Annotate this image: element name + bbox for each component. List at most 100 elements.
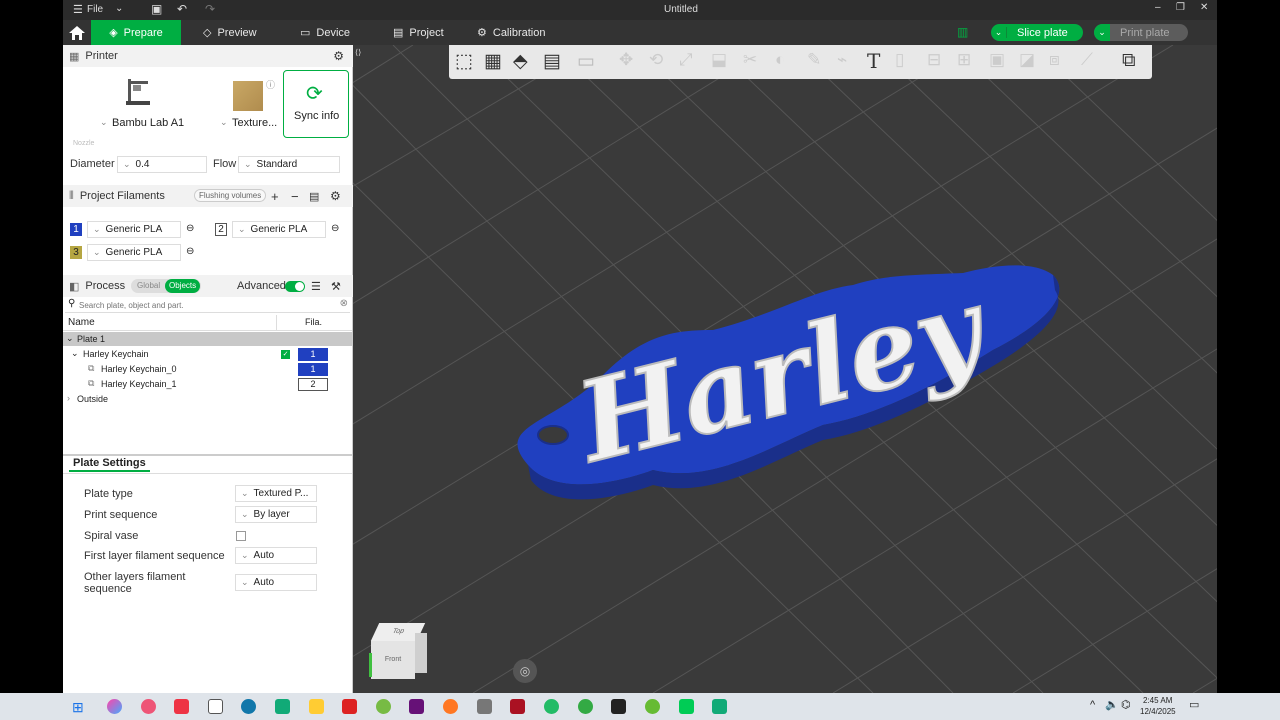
filament-3-swatch[interactable]: 3 [70, 246, 82, 259]
remove-filament-icon[interactable]: − [291, 189, 299, 204]
app-icon[interactable] [275, 699, 290, 714]
app-icon[interactable] [611, 699, 626, 714]
chevron-down-icon[interactable]: ⌄ [115, 3, 123, 14]
split-icon[interactable]: ▭ [577, 50, 595, 73]
part-row[interactable]: ⧉ Harley Keychain_0 1 [63, 362, 352, 377]
filament-2-select[interactable]: ⌄ Generic PLA [232, 221, 326, 238]
minimize-icon[interactable]: – [1155, 2, 1161, 13]
object-row[interactable]: ⌄ Harley Keychain ✓ 1 [63, 347, 352, 362]
plate-type-card[interactable]: ⓘ ⌄ Texture... [215, 71, 281, 135]
tab-project[interactable]: ▤ Project [393, 20, 444, 45]
filament-1-swatch[interactable]: 1 [70, 223, 82, 236]
filament-sync-icon[interactable]: ▤ [309, 190, 319, 203]
list-icon[interactable]: ☰ [311, 280, 321, 293]
info-icon[interactable]: ⓘ [266, 78, 275, 91]
svg-icon[interactable]: ▯ [895, 50, 904, 70]
edge-icon[interactable] [241, 699, 256, 714]
advanced-toggle[interactable] [285, 281, 305, 292]
diameter-select[interactable]: ⌄ 0.4 [117, 156, 207, 173]
notifications-icon[interactable]: ▭ [1189, 698, 1199, 711]
part-fila-badge[interactable]: 1 [298, 363, 328, 376]
brim-icon[interactable]: ⟋ [1081, 50, 1093, 70]
hamburger-icon[interactable]: ☰ [73, 3, 83, 16]
volume-icon[interactable]: 🔈 [1105, 698, 1119, 711]
grid-layout-icon[interactable]: ▦ [484, 50, 502, 73]
mesh-icon[interactable]: ▣ [989, 50, 1005, 70]
firefox-icon[interactable] [443, 699, 458, 714]
windows-start-icon[interactable]: ⊞ [72, 699, 84, 716]
plate-settings-tab[interactable]: Plate Settings [69, 455, 150, 472]
flushing-volumes-button[interactable]: Flushing volumes [194, 189, 267, 202]
assembly-icon[interactable]: ⊞ [957, 50, 971, 70]
home-tab[interactable] [63, 20, 91, 45]
app-icon[interactable] [645, 699, 660, 714]
support-paint-icon[interactable]: ✎ [807, 50, 821, 70]
save-icon[interactable]: ▣ [151, 2, 162, 16]
collapse-icon[interactable]: ⌄ [66, 333, 74, 344]
close-icon[interactable]: ✕ [1200, 2, 1208, 13]
app-icon[interactable] [409, 699, 424, 714]
app-icon[interactable] [510, 699, 525, 714]
3d-viewport[interactable]: Harley ⬚ ▦ ⬘ ▤ ▭ ✥ ⟲ ⤢ ⬓ ✂ ◐ ✎ ⌁ T ▯ ⊟ ⊞… [353, 45, 1217, 693]
flow-select[interactable]: ⌄ Standard [238, 156, 340, 173]
tab-preview[interactable]: ◇ Preview [203, 20, 257, 45]
network-icon[interactable]: ⌬ [1121, 698, 1131, 711]
global-objects-toggle[interactable]: Global Objects [131, 279, 201, 293]
seam-icon[interactable]: ⌁ [837, 50, 847, 70]
calculator-icon[interactable] [477, 699, 492, 714]
tab-prepare[interactable]: ◈ Prepare [91, 20, 181, 45]
spiral-vase-checkbox[interactable] [236, 531, 246, 541]
collapse-icon[interactable]: ⌄ [71, 348, 79, 359]
arrange-icon[interactable]: ▤ [543, 50, 561, 73]
camera-reset-icon[interactable]: ◎ [513, 659, 537, 683]
search-input[interactable] [79, 298, 329, 312]
sync-info-button[interactable]: ⟳ Sync info [283, 70, 349, 138]
app-icon[interactable] [342, 699, 357, 714]
view-cube[interactable]: Top Front [369, 623, 427, 681]
color-paint-icon[interactable]: ◪ [1019, 50, 1035, 70]
outside-row[interactable]: › Outside [63, 392, 352, 407]
collapse-sidebar-icon[interactable]: ⟨⟩ [355, 48, 361, 57]
expand-icon[interactable]: › [67, 393, 70, 403]
undo-icon[interactable]: ↶ [177, 2, 187, 16]
clear-search-icon[interactable]: ⊗ [340, 298, 348, 309]
app-icon[interactable] [174, 699, 189, 714]
app-icon[interactable] [208, 699, 223, 714]
filament-3-edit-icon[interactable]: ⊖ [186, 246, 194, 257]
cut-icon[interactable]: ✂ [743, 50, 757, 70]
object-search[interactable]: ⚲ ⊗ [65, 298, 350, 313]
fila-column-header[interactable]: Fila. [305, 317, 322, 327]
app-icon[interactable] [712, 699, 727, 714]
slice-plate-button[interactable]: ⌄ Slice plate [991, 24, 1083, 41]
clock-time[interactable]: 2:45 AM [1143, 696, 1172, 705]
app-icon[interactable] [141, 699, 156, 714]
filament-2-swatch[interactable]: 2 [215, 223, 227, 236]
object-fila-badge[interactable]: 1 [298, 348, 328, 361]
restore-icon[interactable]: ❐ [1176, 2, 1185, 13]
filament-3-select[interactable]: ⌄ Generic PLA [87, 244, 181, 261]
app-icon[interactable] [376, 699, 391, 714]
plate-stats-icon[interactable]: ▥ [957, 25, 968, 39]
global-option[interactable]: Global [137, 281, 160, 290]
app-icon[interactable] [578, 699, 593, 714]
filament-2-edit-icon[interactable]: ⊖ [331, 223, 339, 234]
app-icon[interactable] [544, 699, 559, 714]
name-column-header[interactable]: Name [68, 317, 95, 328]
scale-icon[interactable]: ⤢ [679, 50, 693, 70]
add-filament-icon[interactable]: + [271, 189, 279, 204]
view-cube-right[interactable] [415, 633, 427, 673]
filament-1-select[interactable]: ⌄ Generic PLA [87, 221, 181, 238]
fuzzy-icon[interactable]: ⧈ [1049, 50, 1060, 70]
plate-type-select[interactable]: ⌄ Textured P... [235, 485, 317, 502]
part-fila-badge[interactable]: 2 [298, 378, 328, 391]
lay-flat-icon[interactable]: ⬓ [711, 50, 727, 70]
orient-icon[interactable]: ⬘ [513, 50, 528, 73]
filament-1-edit-icon[interactable]: ⊖ [186, 223, 194, 234]
print-chevron-icon[interactable]: ⌄ [1094, 24, 1110, 41]
text-tool-icon[interactable]: T [867, 49, 880, 73]
tab-calibration[interactable]: ⚙ Calibration [477, 20, 545, 45]
boolean-icon[interactable]: ◐ [775, 50, 785, 70]
first-layer-sequence-select[interactable]: ⌄ Auto [235, 547, 317, 564]
add-object-icon[interactable]: ⬚ [455, 50, 473, 73]
filament-settings-icon[interactable]: ⚙ [330, 189, 341, 203]
